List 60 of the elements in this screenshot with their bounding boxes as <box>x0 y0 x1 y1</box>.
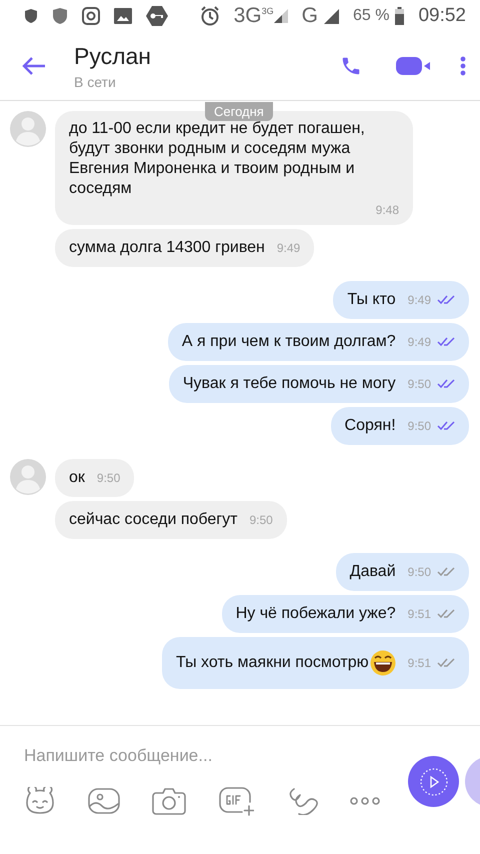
contact-name: Руслан <box>74 42 152 70</box>
network-type: 3G <box>234 4 262 28</box>
received-message-bubble[interactable]: сейчас соседи побегут 9:50 <box>55 501 287 539</box>
message-text: Чувак я тебе помочь не могу <box>182 374 396 394</box>
contact-status: В сети <box>74 74 117 90</box>
back-button[interactable] <box>22 56 46 76</box>
battery-percent: 65 % <box>352 7 390 25</box>
message-time: 9:51 <box>408 656 431 670</box>
message-time: 9:50 <box>408 377 431 391</box>
clock-time: 09:52 <box>418 5 466 27</box>
sent-message-bubble[interactable]: Чувак я тебе помочь не могу 9:50 <box>168 365 469 403</box>
shield-icon <box>52 7 68 25</box>
shield-icon <box>24 8 38 24</box>
dots-icon <box>350 797 380 805</box>
more-menu-button[interactable] <box>460 56 466 76</box>
battery-icon <box>395 7 404 25</box>
message-time: 9:50 <box>408 565 431 579</box>
camera-outline-icon <box>82 7 100 25</box>
sent-message-bubble[interactable]: Ты хоть маякни посмотрю 9:51 <box>162 637 469 689</box>
gallery-button[interactable] <box>88 787 120 815</box>
camera-button[interactable] <box>152 786 186 816</box>
play-icon <box>418 766 448 796</box>
message-text: ок <box>69 468 85 488</box>
image-icon <box>114 8 132 24</box>
message-time: 9:50 <box>96 471 120 485</box>
message-text: до 11-00 если кредит не будет погашен, будут звонки родным и соседям мужа Евгения Мироненка и твоим родным и соседям <box>69 119 366 199</box>
date-label: Сегодня <box>205 102 273 121</box>
message-time: 9:49 <box>276 241 300 255</box>
message-time: 9:48 <box>376 203 399 217</box>
video-call-button[interactable] <box>396 56 430 76</box>
message-text: Ты хоть маякни посмотрю <box>176 650 396 676</box>
message-text: Ну чё побежали уже? <box>236 604 396 624</box>
message-time: 9:49 <box>408 293 431 307</box>
received-message-bubble[interactable]: ок 9:50 <box>55 459 134 497</box>
phone-call-button[interactable] <box>340 55 362 77</box>
network-type: G <box>302 4 318 28</box>
signal-icon <box>274 9 288 23</box>
gif-button[interactable] <box>218 786 254 816</box>
video-message-button[interactable] <box>408 756 459 807</box>
message-text: А я при чем к твоим долгам? <box>182 332 396 352</box>
alarm-icon <box>200 6 220 26</box>
key-icon <box>146 6 168 26</box>
message-text: Сорян! <box>344 416 396 436</box>
sent-message-bubble[interactable]: Сорян! 9:50 <box>330 407 469 445</box>
signal-icon <box>324 8 339 24</box>
network-type: 3G <box>262 6 274 16</box>
message-text: Давай <box>350 562 396 582</box>
sent-message-bubble[interactable]: Ты кто 9:49 <box>333 281 469 319</box>
message-time: 9:50 <box>249 513 273 527</box>
sent-message-bubble[interactable]: Давай 9:50 <box>336 553 469 591</box>
sticker-button[interactable] <box>24 787 56 815</box>
message-time: 9:49 <box>408 335 431 349</box>
message-time: 9:50 <box>408 419 431 433</box>
sent-message-bubble[interactable]: Ну чё побежали уже? 9:51 <box>222 595 469 633</box>
sent-message-bubble[interactable]: А я при чем к твоим долгам? 9:49 <box>168 323 469 361</box>
message-time: 9:51 <box>408 607 431 621</box>
received-message-bubble[interactable]: сумма долга 14300 гривен 9:49 <box>55 229 314 267</box>
message-text: сейчас соседи побегут <box>69 510 238 530</box>
message-text: сумма долга 14300 гривен <box>69 238 265 258</box>
message-text: Ты кто <box>347 290 396 310</box>
